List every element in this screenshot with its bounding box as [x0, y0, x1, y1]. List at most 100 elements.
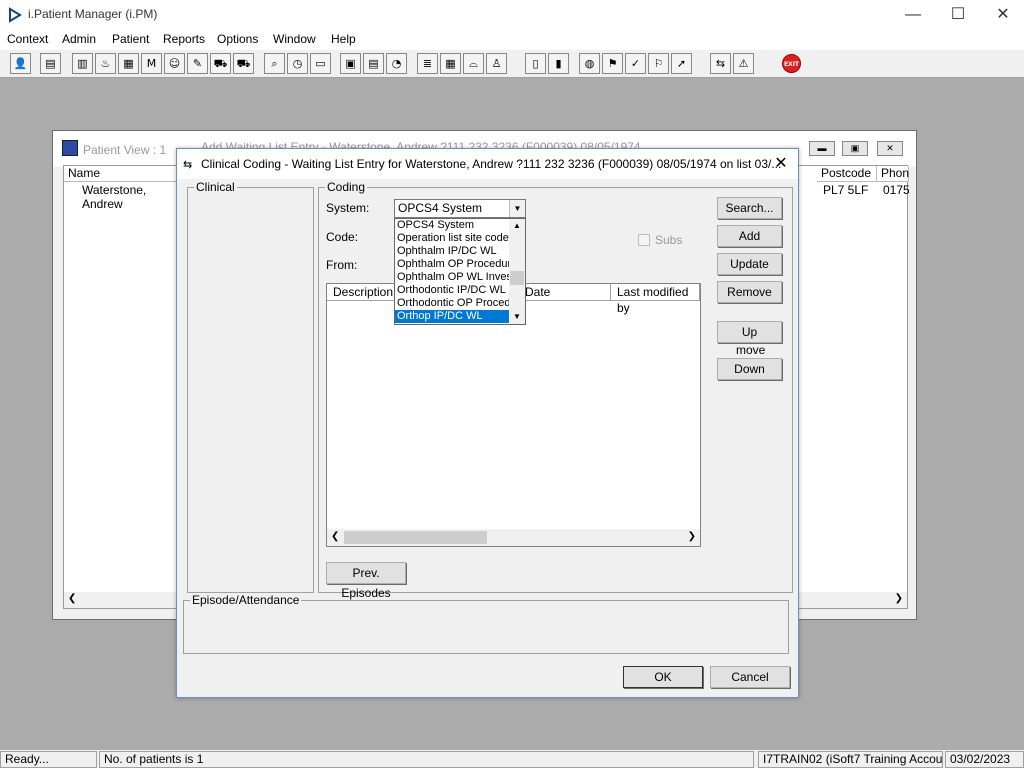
green-arrow-icon[interactable]: ➚: [671, 53, 692, 74]
page-icon[interactable]: ▯: [525, 53, 546, 74]
code-label: Code:: [326, 230, 359, 244]
from-label: From:: [326, 258, 358, 272]
column-phone[interactable]: Phon: [877, 166, 909, 182]
column-name[interactable]: Name: [64, 166, 184, 182]
monitor-icon[interactable]: ▭: [310, 53, 331, 74]
search-icon[interactable]: ⌕: [264, 53, 285, 74]
pv-minimize-button[interactable]: ▬: [809, 141, 835, 156]
dropdown-option-selected[interactable]: Orthop IP/DC WL: [395, 310, 510, 323]
status-account: I7TRAIN02 (iSoft7 Training Account): [758, 751, 943, 768]
close-button[interactable]: ✕: [988, 4, 1018, 26]
notepad-icon[interactable]: ✎: [187, 53, 208, 74]
menu-patient[interactable]: Patient: [112, 32, 149, 46]
grid-scroll-thumb[interactable]: [344, 531, 487, 544]
dialog-title: Clinical Coding - Waiting List Entry for…: [201, 157, 782, 171]
green-flag-icon[interactable]: ⚐: [648, 53, 669, 74]
menu-context[interactable]: Context: [7, 32, 48, 46]
ambulance-icon[interactable]: ⛟: [233, 53, 254, 74]
bar-chart-icon[interactable]: ▮: [548, 53, 569, 74]
dropdown-scrollbar[interactable]: ▲ ▼: [509, 219, 525, 324]
dropdown-option[interactable]: Orthodontic IP/DC WL: [395, 284, 510, 297]
scroll-down-icon[interactable]: ▼: [509, 310, 525, 324]
clock-icon[interactable]: ◷: [287, 53, 308, 74]
dropdown-option[interactable]: Operation list site codes: [395, 232, 510, 245]
grid-hscroll[interactable]: ❮ ❯: [327, 529, 700, 546]
clinical-label: Clinical: [194, 180, 237, 194]
patient-row-postcode[interactable]: PL7 5LF: [819, 183, 879, 199]
pv-restore-button[interactable]: ▣: [842, 141, 868, 156]
bed-icon[interactable]: ⌓: [463, 53, 484, 74]
menu-window[interactable]: Window: [273, 32, 316, 46]
person-icon[interactable]: ☺: [164, 53, 185, 74]
dropdown-option[interactable]: Ophthalm IP/DC WL: [395, 245, 510, 258]
coding-label: Coding: [325, 180, 368, 194]
dialog-title-bar: ⇆ Clinical Coding - Waiting List Entry f…: [177, 149, 798, 179]
pv-close-button[interactable]: ✕: [877, 141, 903, 156]
column-description[interactable]: Description: [327, 284, 395, 301]
ok-button[interactable]: OK: [623, 666, 703, 688]
m-icon[interactable]: M: [141, 53, 162, 74]
move-up-button[interactable]: Up: [717, 321, 782, 343]
compass-icon[interactable]: ◔: [386, 53, 407, 74]
scroll-left-icon[interactable]: ❮: [68, 593, 76, 604]
search-button[interactable]: Search...: [717, 197, 782, 219]
subs-checkbox[interactable]: [638, 234, 650, 246]
dropdown-scroll-thumb[interactable]: [510, 271, 524, 285]
maximize-button[interactable]: ☐: [943, 4, 973, 26]
menu-options[interactable]: Options: [217, 32, 258, 46]
globe-icon[interactable]: ◍: [579, 53, 600, 74]
add-button[interactable]: Add: [717, 225, 782, 247]
column-last-modified[interactable]: Last modified by: [611, 284, 700, 315]
scroll-right-icon[interactable]: ❯: [688, 531, 696, 542]
fire-icon[interactable]: ♨: [95, 53, 116, 74]
dropdown-option[interactable]: Ophthalm OP Procedure: [395, 258, 510, 271]
check-icon[interactable]: ✓: [625, 53, 646, 74]
exit-icon[interactable]: EXIT: [782, 54, 801, 73]
dialog-close-button[interactable]: ✕: [770, 153, 792, 173]
system-select-value: OPCS4 System: [398, 201, 483, 215]
dropdown-option[interactable]: OPCS4 System: [395, 219, 510, 232]
column-postcode[interactable]: Postcode: [817, 166, 877, 182]
chart-icon[interactable]: ▦: [440, 53, 461, 74]
dropdown-option[interactable]: Ophthalm OP WL Inves: [395, 271, 510, 284]
picture-icon[interactable]: ▣: [340, 53, 361, 74]
status-ready: Ready...: [0, 751, 97, 768]
car-icon[interactable]: ⛟: [210, 53, 231, 74]
toolbar: 👤 ▤ ▥ ♨ ▦ M ☺ ✎ ⛟ ⛟ ⌕ ◷ ▭ ▣ ▤ ◔ ≣ ▦ ⌓ ♙ …: [0, 50, 1024, 78]
system-dropdown-list[interactable]: OPCS4 System Operation list site codes O…: [394, 218, 526, 325]
user-icon[interactable]: ♙: [486, 53, 507, 74]
minimize-button[interactable]: —: [898, 4, 928, 26]
dropdown-option[interactable]: Orthodontic OP Proced: [395, 297, 510, 310]
status-date: 03/02/2023: [945, 751, 1024, 768]
prev-episodes-button[interactable]: Prev. Episodes: [326, 562, 406, 600]
move-down-button[interactable]: Down: [717, 358, 782, 380]
system-select[interactable]: OPCS4 System ▼: [394, 199, 526, 218]
scroll-right-icon[interactable]: ❯: [895, 593, 903, 604]
printer-icon[interactable]: ▤: [40, 53, 61, 74]
card-icon[interactable]: ▤: [363, 53, 384, 74]
menu-help[interactable]: Help: [331, 32, 356, 46]
document-icon[interactable]: ▦: [118, 53, 139, 74]
move-label: move: [736, 343, 766, 357]
app-title: i.Patient Manager (i.PM): [28, 7, 158, 21]
dialog-swap-icon: ⇆: [183, 159, 193, 171]
menu-reports[interactable]: Reports: [163, 32, 205, 46]
book-icon[interactable]: ▥: [72, 53, 93, 74]
remove-button[interactable]: Remove: [717, 281, 782, 303]
menu-bar: Context Admin Patient Reports Options Wi…: [0, 30, 1024, 50]
app-logo-icon: [9, 7, 22, 23]
patient-icon[interactable]: 👤: [10, 53, 31, 74]
patient-row-name[interactable]: Waterstone, Andrew: [64, 183, 184, 211]
menu-admin[interactable]: Admin: [62, 32, 96, 46]
scroll-up-icon[interactable]: ▲: [509, 219, 525, 233]
patient-row-phone[interactable]: 0175: [879, 183, 909, 199]
cancel-button[interactable]: Cancel: [710, 666, 790, 688]
swap-icon[interactable]: ⇆: [710, 53, 731, 74]
chevron-down-icon[interactable]: ▼: [509, 200, 525, 217]
patient-view-icon: [62, 140, 78, 156]
flag-icon[interactable]: ⚑: [602, 53, 623, 74]
warning-icon[interactable]: ⚠: [733, 53, 754, 74]
update-button[interactable]: Update: [717, 253, 782, 275]
note-icon[interactable]: ≣: [417, 53, 438, 74]
scroll-left-icon[interactable]: ❮: [331, 531, 339, 542]
